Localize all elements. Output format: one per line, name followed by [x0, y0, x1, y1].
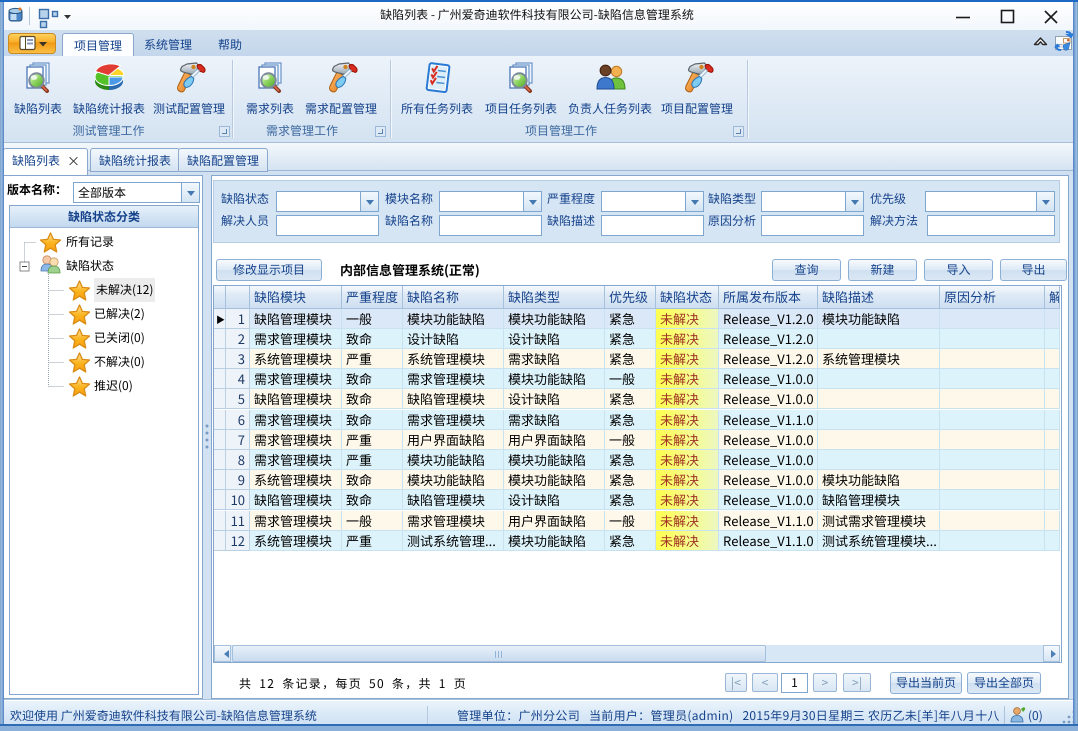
- svg-text:(0): (0): [1028, 707, 1043, 724]
